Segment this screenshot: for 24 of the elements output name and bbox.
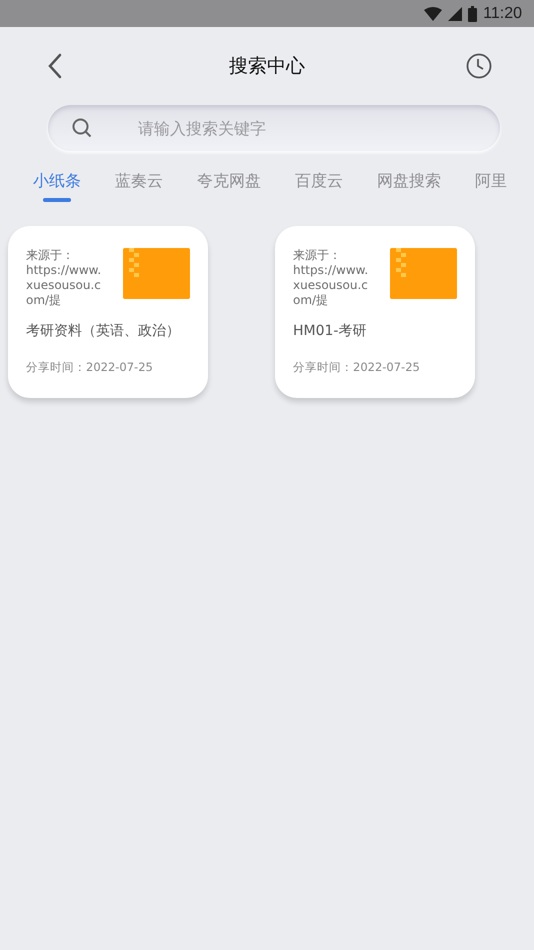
share-time: 分享时间：2022-07-25: [293, 360, 421, 375]
category-tab[interactable]: 网盘搜索: [377, 171, 441, 202]
result-card[interactable]: 来源于：https://www.xuesousou.com/提 考研资料（英语、政治） 分享时间：2022-07-25: [8, 226, 208, 398]
result-card[interactable]: 来源于：https://www.xuesousou.com/提 HM01-考研 分享时间：2022-07-25: [275, 226, 475, 398]
category-tab[interactable]: 百度云: [295, 171, 343, 202]
share-time: 分享时间：2022-07-25: [26, 360, 154, 375]
wifi-icon: [424, 6, 442, 20]
archive-icon: [390, 248, 457, 299]
battery-icon: [468, 6, 478, 22]
page-title: 搜索中心: [229, 54, 305, 79]
status-time: 11:20: [483, 4, 522, 22]
category-tab[interactable]: 小纸条: [33, 171, 81, 202]
archive-icon: [123, 248, 190, 299]
category-tab[interactable]: 夸克网盘: [197, 171, 261, 202]
clock-icon[interactable]: [464, 51, 494, 81]
result-title: 考研资料（英语、政治）: [26, 322, 181, 340]
source-text: 来源于：https://www.xuesousou.com/提: [26, 248, 102, 308]
source-text: 来源于：https://www.xuesousou.com/提: [293, 248, 369, 308]
signal-icon: [448, 6, 462, 20]
search-field[interactable]: 请输入搜索关键字: [48, 105, 500, 151]
category-tab[interactable]: 蓝奏云: [115, 171, 163, 202]
result-title: HM01-考研: [293, 322, 368, 340]
search-icon: [72, 118, 92, 138]
category-tab[interactable]: 阿里: [475, 171, 507, 202]
